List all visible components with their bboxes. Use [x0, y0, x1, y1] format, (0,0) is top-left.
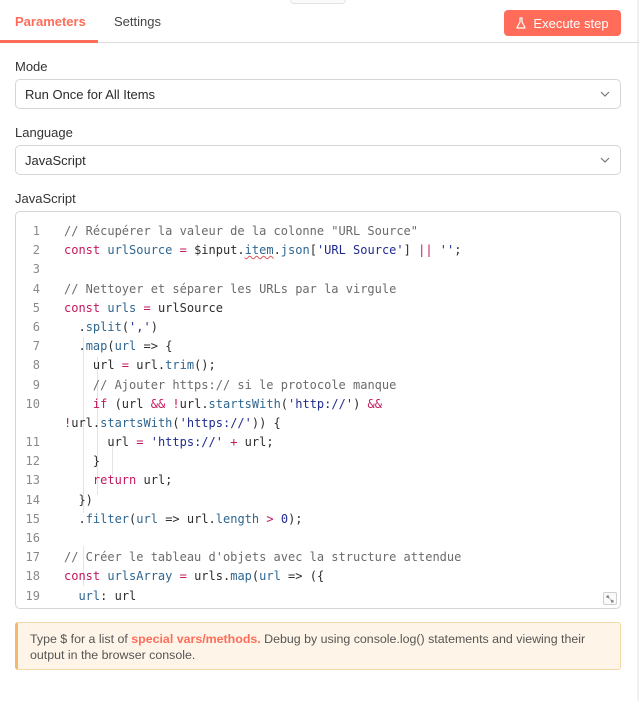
code-line: 9 // Ajouter https:// si le protocole ma… [32, 377, 397, 392]
execute-step-label: Execute step [533, 15, 609, 31]
tab-parameters[interactable]: Parameters [15, 14, 86, 29]
execute-step-button[interactable]: Execute step [504, 10, 621, 36]
language-select[interactable]: JavaScript [15, 145, 621, 175]
mode-select[interactable]: Run Once for All Items [15, 79, 621, 109]
code-line: 7 .map(url => { [32, 339, 173, 354]
chevron-down-icon [600, 91, 610, 97]
mode-value: Run Once for All Items [25, 86, 156, 102]
active-tab-indicator [0, 40, 98, 43]
code-line: 18 const urlsArray = urls.map(url => ({ [25, 569, 325, 584]
code-line: 10 if (url && !url.startsWith('http://')… [25, 396, 382, 430]
code-content: 1// Récupérer la valeur de la colonne "U… [16, 222, 620, 606]
expand-arrows-icon [606, 595, 614, 602]
code-editor-label: JavaScript [15, 191, 76, 206]
code-line: 1// Récupérer la valeur de la colonne "U… [32, 224, 419, 238]
flask-icon [516, 17, 527, 29]
code-editor[interactable]: 1// Récupérer la valeur de la colonne "U… [15, 211, 621, 609]
code-line: 2 const urlSource = $input.item.json['URL… [32, 243, 462, 258]
code-line: 5 const urls = urlSource [32, 300, 223, 315]
chevron-down-icon [600, 157, 610, 163]
hint-callout: Type $ for a list of special vars/method… [15, 622, 621, 670]
code-line: 11 url = 'https://' + url; [25, 435, 274, 450]
mode-label: Mode [15, 59, 48, 74]
code-line: 14 }) [25, 492, 93, 507]
code-line: 15 .filter(url => url.length > 0); [25, 511, 303, 526]
code-line: 17// Créer le tableau d'objets avec la s… [25, 550, 462, 565]
hint-prefix: Type $ for a list of [30, 632, 132, 646]
code-line: 16 [25, 531, 40, 546]
code-line: 4// Nettoyer et séparer les URLs par la … [32, 281, 397, 296]
language-value: JavaScript [25, 152, 86, 168]
code-line: 13 return url; [25, 473, 173, 488]
code-line: 19 url: url [25, 588, 137, 603]
tab-settings[interactable]: Settings [114, 14, 161, 29]
code-line: 3 [32, 262, 40, 277]
language-label: Language [15, 125, 73, 140]
code-line: 8 url = url.trim(); [32, 358, 216, 373]
code-line: 6 .split(',') [32, 319, 158, 334]
expand-editor-icon[interactable] [603, 592, 617, 605]
special-vars-link[interactable]: special vars/methods. [131, 632, 260, 646]
code-line: 12 } [25, 454, 101, 469]
